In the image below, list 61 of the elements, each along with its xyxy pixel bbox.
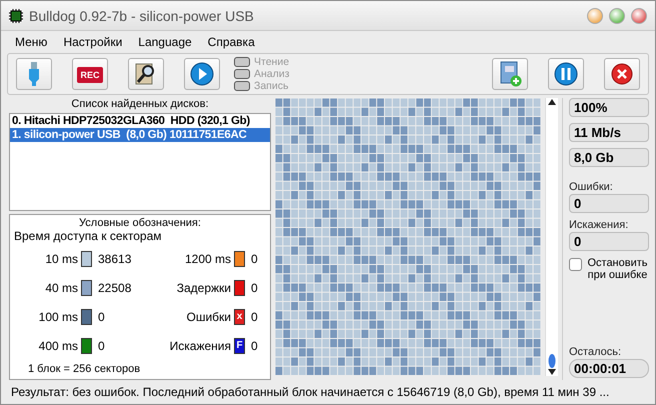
disk-list-title: Список найденных дисков: [70, 98, 210, 110]
usb-button[interactable] [16, 58, 52, 90]
stat-field: 100% [569, 98, 649, 117]
status-text: Результат: без ошибок. Последний обработанный блок начинается с 15646719 (8,0 Gb), время 11 мин 39 ... [10, 384, 610, 401]
legend-marker: F [234, 338, 245, 354]
legend-label: 40 ms [44, 281, 78, 295]
remaining-field: 00:00:01 [569, 359, 649, 378]
indicator-label: Анализ [254, 68, 290, 80]
menu-item[interactable]: Меню [7, 34, 56, 50]
stat-label: Искажения: [569, 219, 630, 231]
search-button[interactable] [128, 58, 164, 90]
legend-count: 0 [251, 310, 259, 324]
legend-count: 0 [98, 310, 106, 324]
stop-button[interactable] [604, 58, 640, 90]
legend-title: Условные обозначения: [78, 217, 202, 229]
pause-icon [554, 62, 578, 86]
disk-item[interactable]: 0. Hitachi HDP725032GLA360 HDD (320,1 Gb) [10, 114, 270, 128]
legend-count: 0 [98, 339, 106, 353]
log-button[interactable] [492, 58, 528, 90]
menu-item[interactable]: Настройки [55, 34, 130, 50]
notebook-add-icon [498, 61, 522, 87]
pause-button[interactable] [548, 58, 584, 90]
stat-field: 0 [569, 194, 649, 213]
disk-item[interactable]: 1. silicon-power USB (8,0 Gb) 10111751E6AC [10, 128, 270, 142]
window-title: Bulldog 0.92-7b - silicon-power USB [29, 8, 255, 24]
usb-plug-icon [28, 62, 40, 86]
stat-field: 11 Mb/s [569, 123, 649, 142]
checkbox[interactable] [569, 258, 582, 271]
remaining-label: Осталось: [569, 346, 622, 358]
close-icon [611, 63, 633, 85]
record-button[interactable]: REC [72, 58, 108, 90]
indicator-label: Чтение [254, 56, 290, 68]
legend-count: 0 [251, 339, 259, 353]
menu-item[interactable]: Справка [200, 34, 263, 50]
menu-item[interactable]: Language [130, 34, 200, 50]
legend-count: 0 [251, 281, 259, 295]
record-label: REC [77, 66, 102, 82]
legend-count: 38613 [98, 252, 132, 266]
play-button[interactable] [184, 58, 220, 90]
legend-marker: x [234, 309, 245, 325]
scroll-bar[interactable] [545, 98, 558, 376]
legend-label: 400 ms [38, 339, 78, 353]
legend-count: 22508 [98, 281, 132, 295]
legend-count: 0 [251, 252, 259, 266]
legend-label: 100 ms [38, 310, 78, 324]
legend-label: 10 ms [44, 252, 78, 266]
stat-field: 0 [569, 232, 649, 251]
indicator-label: Запись [254, 80, 288, 92]
stat-label: Ошибки: [569, 181, 614, 193]
close-button[interactable] [631, 8, 647, 24]
legend-label: Искажения [168, 339, 231, 353]
stat-field: 8,0 Gb [569, 148, 649, 167]
legend-label: Ошибки [186, 310, 231, 324]
play-icon [190, 62, 214, 86]
legend-label: Задержки [176, 281, 231, 295]
legend-label: 1200 ms [184, 252, 231, 266]
legend-subtitle: Время доступа к секторам [14, 229, 163, 243]
legend-footer: 1 блок = 256 секторов [28, 363, 266, 375]
chip-icon [9, 8, 23, 22]
checkbox-label: Остановить при ошибке [586, 257, 649, 281]
minimize-button[interactable] [587, 8, 603, 24]
